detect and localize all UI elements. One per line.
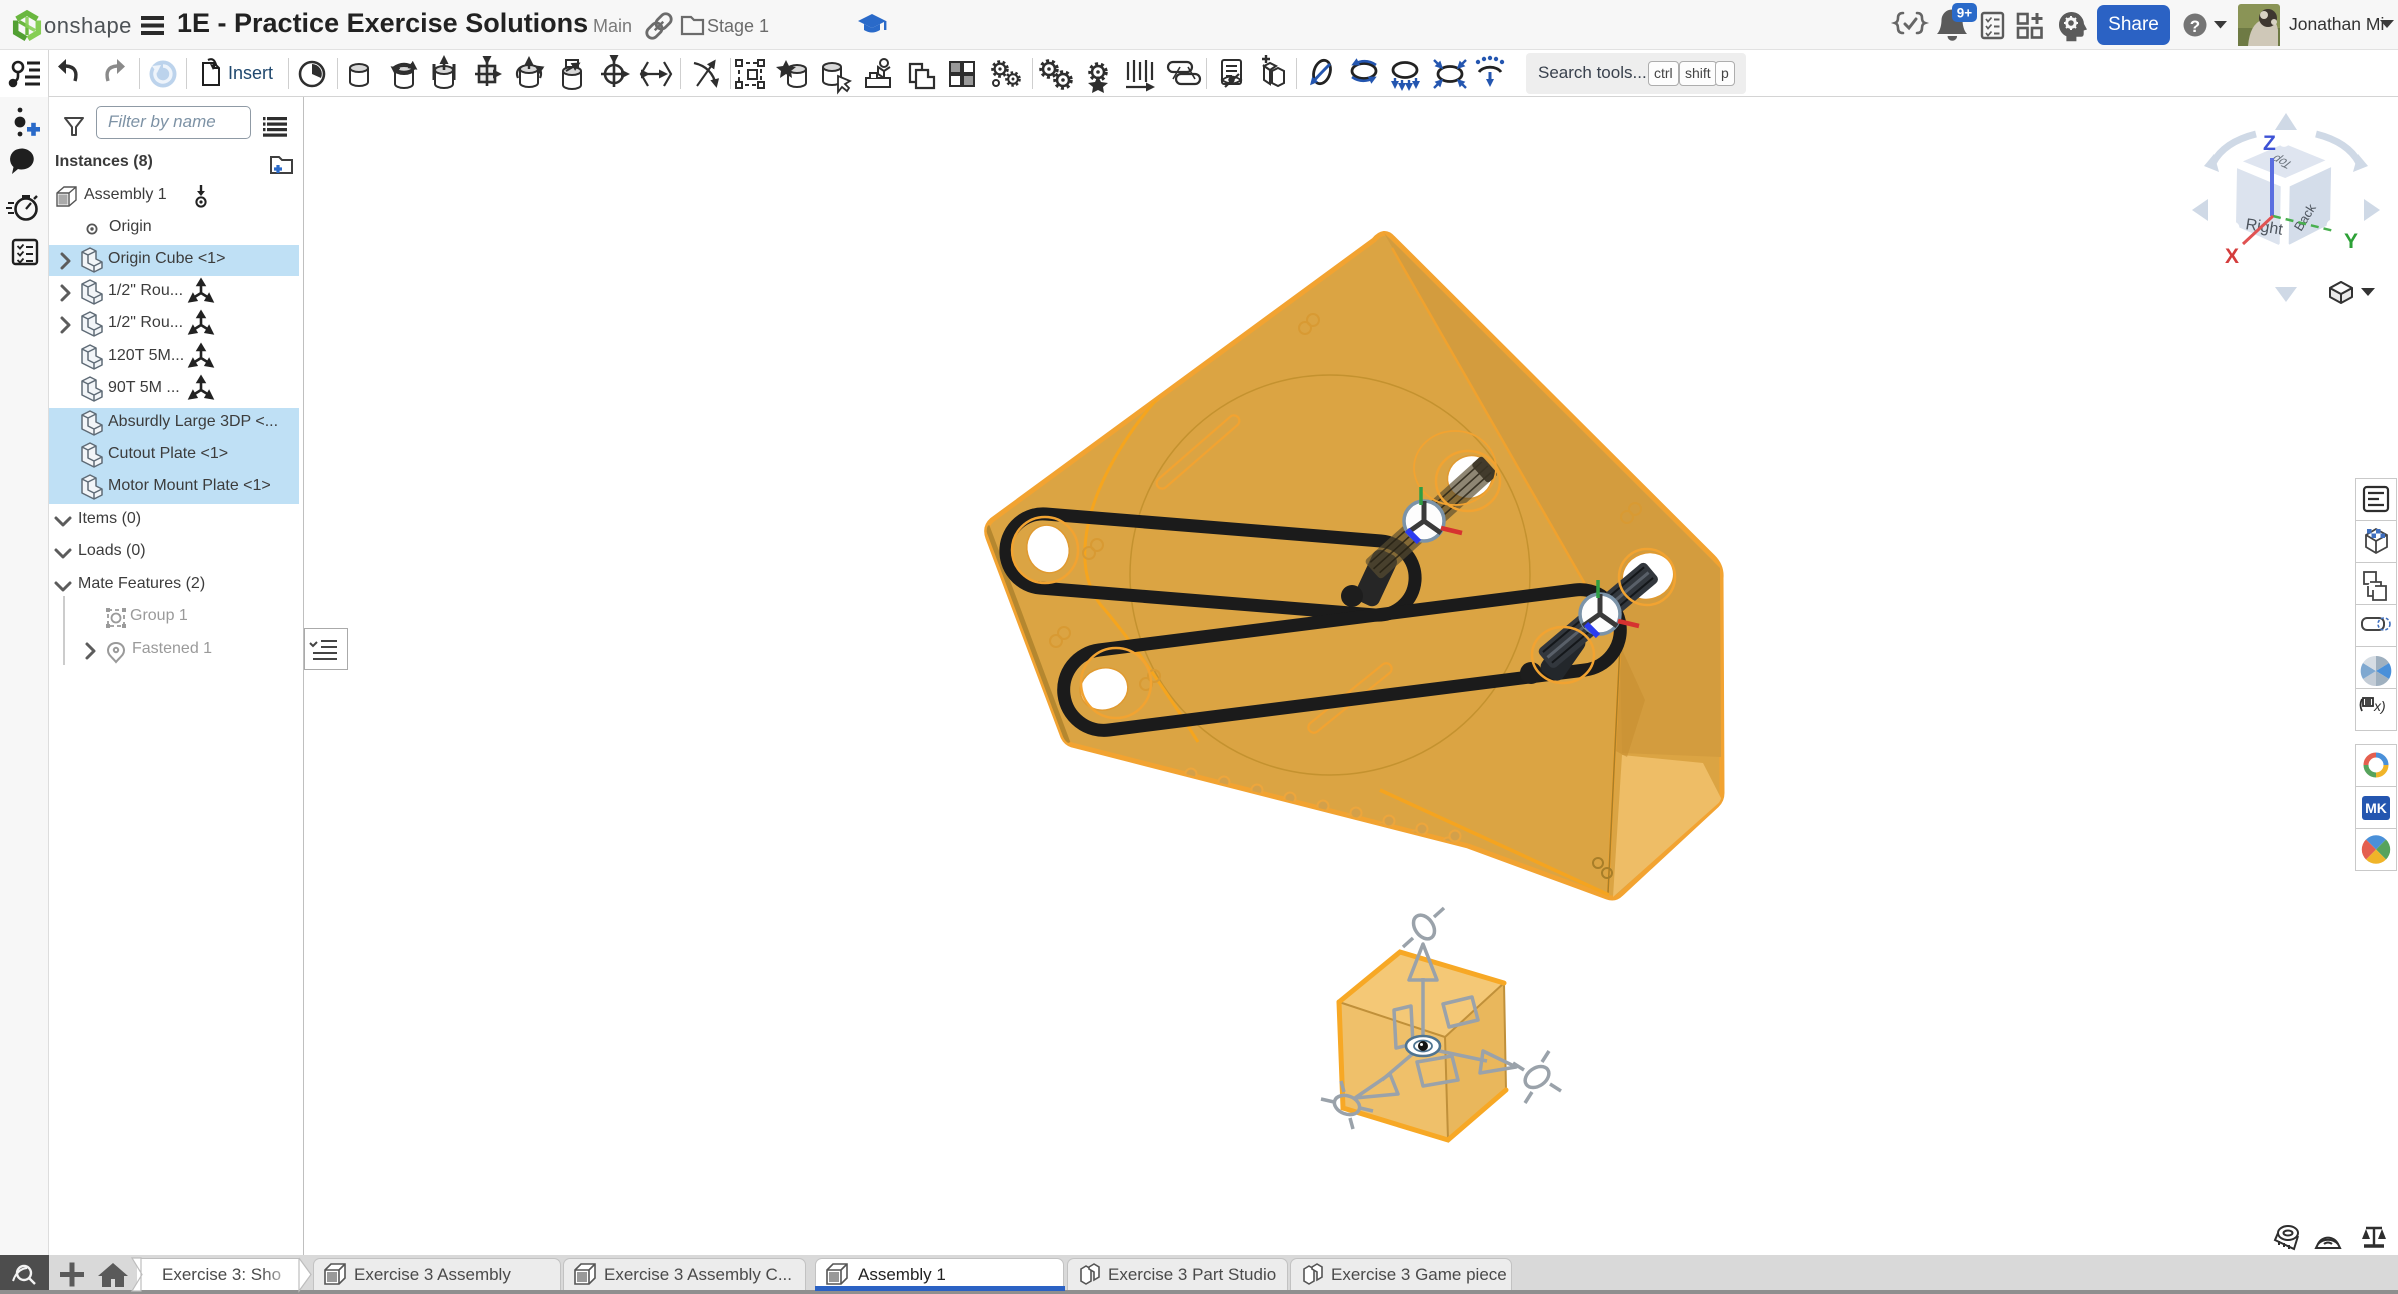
svg-text:Y: Y xyxy=(2344,230,2358,253)
svg-text:X: X xyxy=(2225,245,2239,268)
svg-text:MK: MK xyxy=(2365,800,2387,816)
svg-text:?: ? xyxy=(2190,17,2200,36)
svg-text:x): x) xyxy=(2373,698,2386,714)
svg-text:Z: Z xyxy=(2263,132,2276,155)
svg-text:9+: 9+ xyxy=(1957,6,1973,21)
